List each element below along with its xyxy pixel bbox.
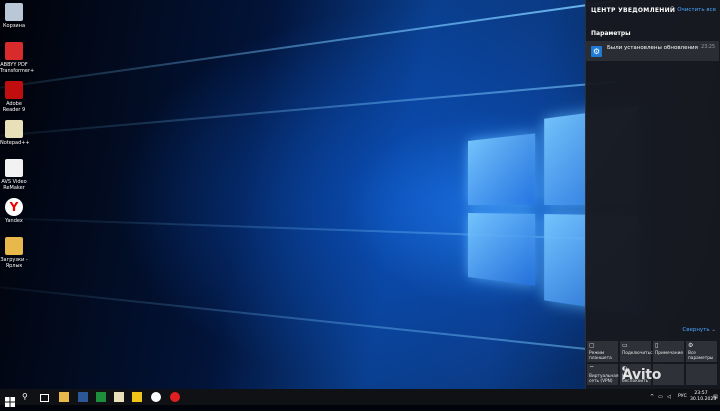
avito-watermark: Avito [622,367,662,383]
desktop-icon-downloads-shortcut[interactable]: Загрузки - Ярлык [0,237,28,269]
vpn-icon: ⌔ [589,365,595,372]
task-view-icon[interactable] [40,394,49,402]
word-icon[interactable] [78,392,88,402]
recycle-bin-icon [5,3,23,21]
abbyy-icon [5,42,23,60]
windows-icon [5,397,15,407]
notification-text: Были установлены обновления [607,45,698,51]
tile-connect[interactable]: ▭ Подключиться [620,341,655,362]
action-center-panel: ЦЕНТР УВЕДОМЛЕНИЙ Очистить все Параметры… [585,0,720,389]
folder-icon [5,237,23,255]
tile-vpn[interactable]: ⌔ Виртуальная сеть (VPN) [587,364,618,385]
desktop-icon-recycle-bin[interactable]: Корзина [0,3,28,29]
excel-icon[interactable] [96,392,106,402]
tablet-icon: ▢ [589,342,595,349]
volume-icon[interactable]: ◁ [667,394,671,400]
notepad-icon[interactable] [114,392,124,402]
tile-note[interactable]: ▯ Примечание [653,341,684,362]
desktop-icon-notepad-plus-plus[interactable]: Notepad++ [0,120,30,146]
connect-icon: ▭ [622,342,628,349]
desktop-icon-abbyy-pdf-transformer[interactable]: ABBYY PDF Transformer+ [0,42,34,74]
yandex-browser-icon[interactable] [170,392,180,402]
collapse-link[interactable]: Свернуть ⌄ [682,327,716,333]
start-button[interactable] [5,392,15,407]
light-beam [0,0,614,97]
yandex-icon[interactable] [151,392,161,402]
tile-tablet-mode[interactable]: ▢ Режим планшета [587,341,618,362]
search-icon[interactable]: ⚲ [22,392,32,402]
notification-time: 23:25 [701,45,715,50]
notification-group-title: Параметры [591,30,631,37]
note-icon: ▯ [655,342,659,349]
gear-icon: ⚙ [591,46,602,57]
clock[interactable]: 23:57 30.10.2023 [690,391,717,402]
app-icon[interactable] [132,392,142,402]
notification-item[interactable]: ⚙ Были установлены обновления 23:25 [586,41,719,61]
language-indicator[interactable]: РУС [678,394,687,399]
desktop-icon-avs-video-remaker[interactable]: AVS Video ReMaker [0,159,28,191]
avs-icon [5,159,23,177]
tile-empty[interactable] [686,364,717,385]
clock-date: 30.10.2023 [690,396,717,402]
desktop-icon-yandex[interactable]: Y Yandex [0,198,28,224]
yandex-icon: Y [5,198,23,216]
gear-icon: ⚙ [688,342,694,349]
notifications-icon[interactable]: ▤ [713,394,718,400]
tile-all-settings[interactable]: ⚙ Все параметры [686,341,717,362]
network-icon[interactable]: ▭ [658,394,663,400]
action-center-title: ЦЕНТР УВЕДОМЛЕНИЙ [591,7,676,14]
chevron-up-icon[interactable]: ^ [650,394,654,400]
desktop-icon-adobe-reader[interactable]: Adobe Reader 9 [0,81,28,113]
notepad-icon [5,120,23,138]
taskbar: ⚲ ^ ▭ ◁ РУС 23:57 30.10.2023 ▤ [0,389,720,407]
clear-all-link[interactable]: Очистить все [677,7,716,13]
adobe-reader-icon [5,81,23,99]
file-explorer-icon[interactable] [59,392,69,402]
